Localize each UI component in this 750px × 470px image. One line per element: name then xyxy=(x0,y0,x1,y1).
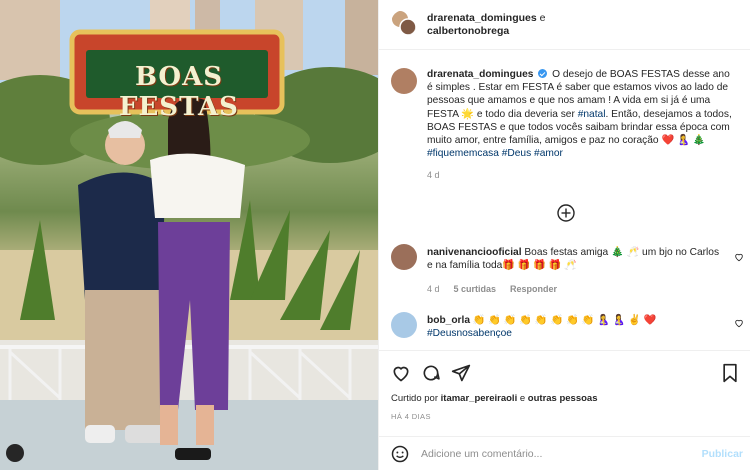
reply-button[interactable]: Responder xyxy=(510,284,557,294)
caption-avatar[interactable] xyxy=(391,68,417,94)
caption-text-2: e todo dia deveria ser xyxy=(476,108,575,120)
comment-hashtag[interactable]: #Deusnosabençoe xyxy=(427,328,512,339)
likes-suffix: e xyxy=(519,393,526,404)
comment-input[interactable]: Adicione um comentário... xyxy=(421,448,542,460)
comment-like-icon[interactable] xyxy=(734,252,744,262)
sign-text: BOAS FESTAS xyxy=(119,62,239,122)
comment-username[interactable]: bob_orla xyxy=(427,315,470,326)
comment-avatar[interactable] xyxy=(391,312,417,338)
comment-time[interactable]: 4 d xyxy=(427,284,440,294)
comment-likes[interactable]: 5 curtidas xyxy=(454,284,497,294)
post-panel: drarenata_domingues e calbertonobrega dr… xyxy=(378,0,750,470)
heart-icon[interactable] xyxy=(391,363,411,383)
caption-hashtags[interactable]: #fiquememcasa #Deus #amor xyxy=(427,148,563,159)
post-caption: drarenata_domingues O desejo de BOAS FES… xyxy=(427,68,737,183)
publish-button[interactable]: Publicar xyxy=(702,448,743,460)
comment-like-icon[interactable] xyxy=(734,318,744,328)
caption-time[interactable]: 4 d xyxy=(427,169,737,182)
hashtag-natal[interactable]: #natal xyxy=(578,109,606,120)
post-photo[interactable]: BOAS FESTAS xyxy=(0,0,378,470)
send-icon[interactable] xyxy=(451,363,471,383)
likes-line: Curtido por itamar_pereiraoli e outras p… xyxy=(391,393,598,404)
caption-username[interactable]: drarenata_domingues xyxy=(427,69,533,80)
caption-emoji-2: ❤️ 🤱 🎄 xyxy=(661,135,706,147)
author-and: e xyxy=(539,12,546,24)
post-date[interactable]: HÁ 4 DIAS xyxy=(391,412,431,421)
comment-item: bob_orla 👏 👏 👏 👏 👏 👏 👏 👏 🤱 🤱 ✌️ ❤️ #Deus… xyxy=(427,314,727,340)
author-2[interactable]: calbertonobrega xyxy=(427,25,509,37)
likes-prefix: Curtido por xyxy=(391,393,438,404)
post-authors: drarenata_domingues e calbertonobrega xyxy=(427,12,677,38)
smiley-icon[interactable] xyxy=(391,445,409,463)
user-tag-icon[interactable] xyxy=(6,444,24,462)
bookmark-icon[interactable] xyxy=(721,363,739,383)
comment-username[interactable]: nanivenanciooficial xyxy=(427,247,522,258)
author-1[interactable]: drarenata_domingues xyxy=(427,12,537,24)
comment-meta: 4 d 5 curtidas Responder xyxy=(427,284,557,294)
post-header: drarenata_domingues e calbertonobrega xyxy=(379,0,750,50)
comment-avatar[interactable] xyxy=(391,244,417,270)
add-comment-bar: Adicione um comentário... Publicar xyxy=(379,436,750,470)
comment-icon[interactable] xyxy=(421,363,441,383)
verified-icon xyxy=(538,69,548,78)
collab-avatar[interactable] xyxy=(391,10,417,36)
comment-item: nanivenanciooficial Boas festas amiga 🎄 … xyxy=(427,246,727,272)
comment-text: 👏 👏 👏 👏 👏 👏 👏 👏 🤱 🤱 ✌️ ❤️ xyxy=(472,315,657,326)
caption-emoji-1: 🌟 xyxy=(461,108,475,120)
likes-user[interactable]: itamar_pereiraoli xyxy=(441,393,518,404)
likes-others[interactable]: outras pessoas xyxy=(528,393,598,404)
plus-circle-icon[interactable] xyxy=(557,204,575,222)
